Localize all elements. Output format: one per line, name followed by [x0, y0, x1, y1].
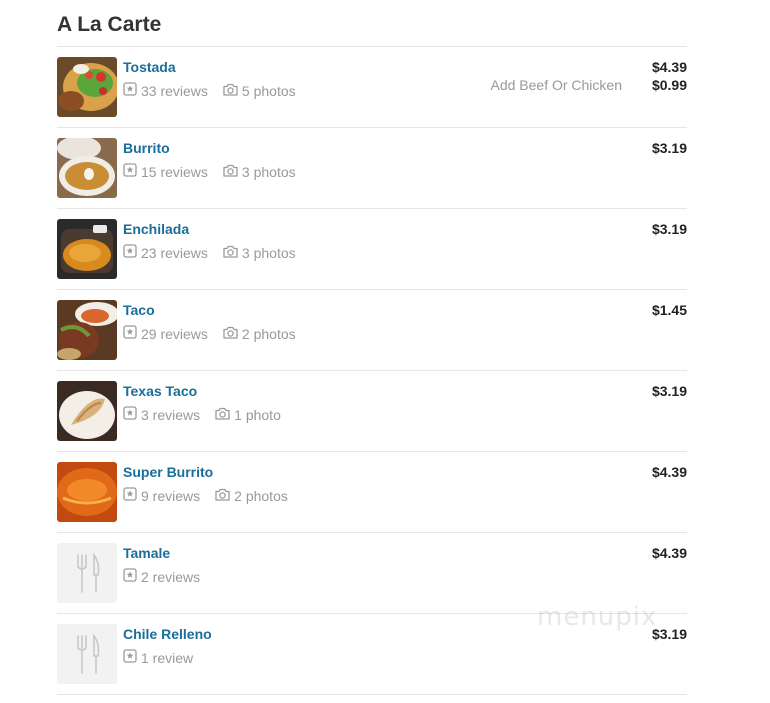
item-price: $4.39 — [651, 59, 687, 75]
menu-item: Taco 29 reviews 2 photos $1.45 — [57, 290, 687, 371]
item-photo[interactable] — [57, 138, 117, 198]
review-count: 33 reviews — [141, 82, 208, 99]
review-count: 23 reviews — [141, 244, 208, 261]
item-name-link[interactable]: Super Burrito — [123, 464, 213, 480]
photo-count: 2 photos — [234, 487, 288, 504]
item-name-link[interactable]: Enchilada — [123, 221, 189, 237]
photo-count: 2 photos — [241, 325, 296, 342]
item-name-link[interactable]: Texas Taco — [123, 383, 197, 399]
photos-link[interactable]: 1 photo — [215, 407, 281, 423]
menu-item: Chile Relleno 1 review $3.19 — [57, 614, 687, 695]
camera-icon — [223, 245, 238, 261]
menu-item: Super Burrito 9 reviews 2 photos $4.39 — [57, 452, 687, 533]
camera-icon — [215, 488, 230, 504]
photos-link[interactable]: 2 photos — [215, 488, 288, 504]
reviews-link[interactable]: 2 reviews — [123, 568, 200, 585]
item-name-link[interactable]: Burrito — [123, 140, 170, 156]
photo-count: 3 photos — [241, 163, 296, 180]
menu-item: Tostada 33 reviews 5 photos Add Beef Or Chi… — [57, 47, 687, 128]
item-name-link[interactable]: Chile Relleno — [123, 626, 212, 642]
reviews-link[interactable]: 29 reviews — [123, 325, 208, 342]
item-price: $3.19 — [651, 383, 687, 399]
review-star-icon — [123, 487, 137, 504]
item-meta: 3 reviews 1 photo — [123, 406, 281, 423]
item-meta: 33 reviews 5 photos — [123, 82, 296, 99]
item-price: $3.19 — [651, 626, 687, 642]
item-photo[interactable] — [57, 57, 117, 117]
item-name-link[interactable]: Tamale — [123, 545, 170, 561]
item-meta: 1 review — [123, 649, 193, 666]
photo-count: 5 photos — [241, 82, 296, 99]
item-photo[interactable] — [57, 219, 117, 279]
item-meta: 15 reviews 3 photos — [123, 163, 296, 180]
camera-icon — [223, 326, 238, 342]
item-price: $1.45 — [651, 302, 687, 318]
review-count: 9 reviews — [141, 487, 201, 504]
menu-item: Texas Taco 3 reviews 1 photo $3.19 — [57, 371, 687, 452]
photos-link[interactable]: 3 photos — [223, 164, 296, 180]
review-star-icon — [123, 82, 137, 99]
reviews-link[interactable]: 3 reviews — [123, 406, 200, 423]
reviews-link[interactable]: 33 reviews — [123, 82, 208, 99]
item-meta: 9 reviews 2 photos — [123, 487, 288, 504]
item-price: $3.19 — [651, 140, 687, 156]
add-on-price: $0.99 — [651, 77, 687, 93]
review-star-icon — [123, 568, 137, 585]
review-count: 29 reviews — [141, 325, 208, 342]
fork-knife-icon — [57, 624, 117, 684]
photos-link[interactable]: 5 photos — [223, 83, 296, 99]
review-star-icon — [123, 406, 137, 423]
review-count: 3 reviews — [141, 406, 201, 423]
reviews-link[interactable]: 15 reviews — [123, 163, 208, 180]
menu-item: Burrito 15 reviews 3 photos $3.19 — [57, 128, 687, 209]
review-count: 1 review — [141, 649, 194, 666]
menu-item: Tamale 2 reviews $4.39 — [57, 533, 687, 614]
item-photo[interactable] — [57, 462, 117, 522]
menu-item: Enchilada 23 reviews 3 photos $3.19 — [57, 209, 687, 290]
menu-list: Tostada 33 reviews 5 photos Add Beef Or Chi… — [57, 46, 687, 695]
menu-page: A La Carte Tostada 33 reviews 5 photos Add … — [0, 0, 770, 703]
review-star-icon — [123, 649, 137, 666]
photo-count: 1 photo — [234, 406, 281, 423]
item-name-link[interactable]: Tostada — [123, 59, 176, 75]
camera-icon — [223, 164, 238, 180]
item-name-link[interactable]: Taco — [123, 302, 155, 318]
section-title: A La Carte — [57, 13, 162, 36]
reviews-link[interactable]: 23 reviews — [123, 244, 208, 261]
item-price: $4.39 — [651, 464, 687, 480]
reviews-link[interactable]: 1 review — [123, 649, 193, 666]
photo-count: 3 photos — [241, 244, 296, 261]
item-price: $3.19 — [651, 221, 687, 237]
review-star-icon — [123, 244, 137, 261]
item-meta: 23 reviews 3 photos — [123, 244, 296, 261]
item-photo[interactable] — [57, 381, 117, 441]
fork-knife-icon — [57, 543, 117, 603]
camera-icon — [215, 407, 230, 423]
add-on-label: Add Beef Or Chicken — [490, 77, 622, 93]
review-star-icon — [123, 163, 137, 180]
photos-link[interactable]: 3 photos — [223, 245, 296, 261]
item-photo[interactable] — [57, 300, 117, 360]
item-meta: 2 reviews — [123, 568, 200, 585]
reviews-link[interactable]: 9 reviews — [123, 487, 200, 504]
review-count: 15 reviews — [141, 163, 208, 180]
review-star-icon — [123, 325, 137, 342]
review-count: 2 reviews — [141, 568, 201, 585]
item-price: $4.39 — [651, 545, 687, 561]
photos-link[interactable]: 2 photos — [223, 326, 296, 342]
camera-icon — [223, 83, 238, 99]
item-meta: 29 reviews 2 photos — [123, 325, 296, 342]
